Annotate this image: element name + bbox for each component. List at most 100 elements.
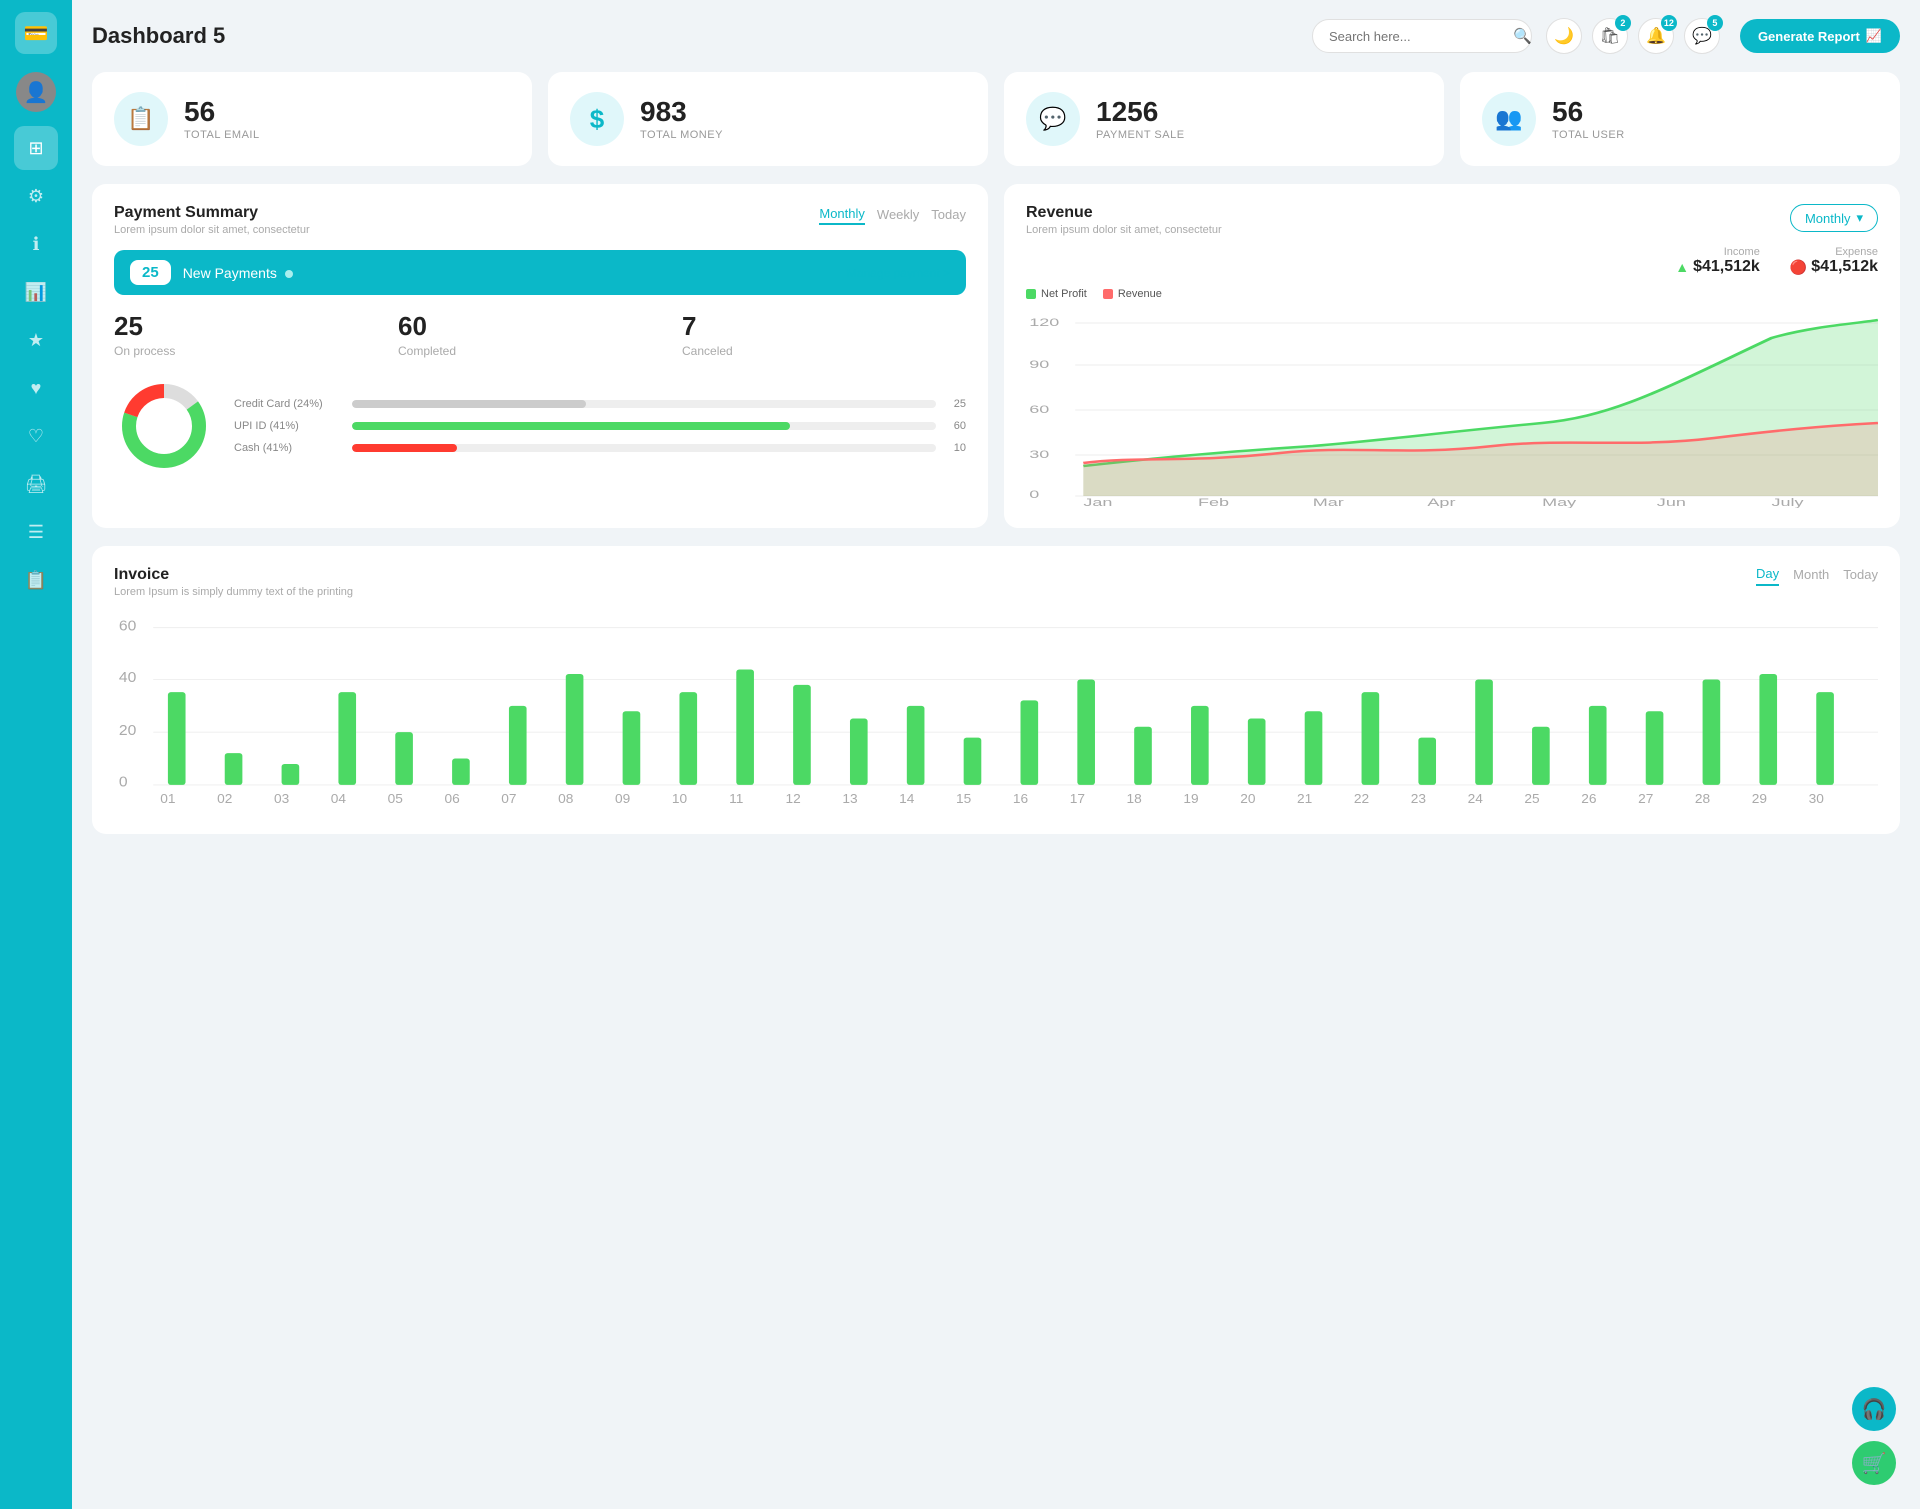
- info-icon: ℹ: [33, 234, 40, 255]
- expense-item: Expense 🔴 $41,512k: [1790, 246, 1878, 276]
- svg-text:09: 09: [615, 792, 630, 806]
- logo-icon: 💳: [24, 21, 49, 46]
- svg-text:25: 25: [1524, 792, 1539, 806]
- upi-label: UPI ID (41%): [234, 420, 344, 432]
- svg-text:14: 14: [899, 792, 914, 806]
- sidebar-item-list[interactable]: 📋: [14, 558, 58, 602]
- cart-button[interactable]: 🛍 2: [1592, 18, 1628, 54]
- dark-mode-toggle[interactable]: 🌙: [1546, 18, 1582, 54]
- payment-stats-row: 25 On process 60 Completed 7 Canceled: [114, 311, 966, 358]
- cash-val: 10: [944, 442, 966, 454]
- sidebar-item-print[interactable]: 🖨: [14, 462, 58, 506]
- cash-label: Cash (41%): [234, 442, 344, 454]
- svg-text:20: 20: [1240, 792, 1255, 806]
- notification-button[interactable]: 🔔 12: [1638, 18, 1674, 54]
- generate-report-button[interactable]: Generate Report 📈: [1740, 19, 1900, 53]
- heart-outline-icon: ♡: [28, 426, 44, 447]
- new-payments-label: New Payments: [183, 265, 835, 281]
- support-float-btn[interactable]: 🎧: [1852, 1387, 1896, 1431]
- completed-label: Completed: [398, 344, 682, 358]
- chart-icon: 📈: [1866, 28, 1882, 44]
- invoice-tabs: Day Month Today: [1756, 566, 1878, 586]
- middle-row: Payment Summary Lorem ipsum dolor sit am…: [92, 184, 1900, 528]
- payment-tabs: Monthly Weekly Today: [819, 204, 966, 225]
- search-icon[interactable]: 🔍: [1513, 27, 1532, 45]
- payment-summary-subtitle: Lorem ipsum dolor sit amet, consectetur: [114, 224, 310, 236]
- svg-text:03: 03: [274, 792, 289, 806]
- payment-icon-wrap: 💬: [1026, 92, 1080, 146]
- svg-text:30: 30: [1809, 792, 1824, 806]
- revenue-chart: 120 90 60 30 0 Jan Feb Mar Apr Ma: [1026, 308, 1878, 508]
- svg-text:05: 05: [388, 792, 403, 806]
- sidebar-item-star[interactable]: ★: [14, 318, 58, 362]
- expense-amount: 🔴 $41,512k: [1790, 258, 1878, 276]
- on-process-label: On process: [114, 344, 398, 358]
- sidebar-item-menu[interactable]: ☰: [14, 510, 58, 554]
- main-content: Dashboard 5 🔍 🌙 🛍 2 🔔 12 💬 5 Generate Re: [72, 0, 1920, 1509]
- stat-card-payment-sale: 💬 1256 PAYMENT SALE: [1004, 72, 1444, 166]
- revenue-title: Revenue: [1026, 204, 1222, 222]
- new-payments-num: 25: [130, 260, 171, 285]
- search-input[interactable]: [1329, 29, 1505, 44]
- stat-cards: 📋 56 TOTAL EMAIL $ 983 TOTAL MONEY 💬 125…: [92, 72, 1900, 166]
- cart-float-icon: 🛒: [1862, 1451, 1887, 1476]
- tab-day[interactable]: Day: [1756, 566, 1779, 586]
- sidebar-item-dashboard[interactable]: ⊞: [14, 126, 58, 170]
- sidebar-logo[interactable]: 💳: [15, 12, 57, 54]
- cash-bar-bg: [352, 444, 936, 452]
- progress-upi: UPI ID (41%) 60: [234, 420, 966, 432]
- avatar[interactable]: 👤: [16, 72, 56, 112]
- print-icon: 🖨: [25, 474, 48, 495]
- tab-monthly[interactable]: Monthly: [819, 204, 865, 225]
- sidebar-item-heart1[interactable]: ♥: [14, 366, 58, 410]
- new-payments-dot: [285, 270, 293, 278]
- payment-summary-card: Payment Summary Lorem ipsum dolor sit am…: [92, 184, 988, 528]
- svg-text:15: 15: [956, 792, 971, 806]
- payment-icon: 💬: [1039, 106, 1066, 132]
- cash-bar-fill: [352, 444, 457, 452]
- cart-float-btn[interactable]: 🛒: [1852, 1441, 1896, 1485]
- tab-month[interactable]: Month: [1793, 567, 1829, 585]
- total-user-label: TOTAL USER: [1552, 129, 1625, 141]
- search-bar: 🔍: [1312, 19, 1532, 53]
- svg-text:11: 11: [729, 792, 743, 806]
- svg-text:08: 08: [558, 792, 573, 806]
- legend-revenue: Revenue: [1103, 288, 1162, 300]
- svg-text:24: 24: [1468, 792, 1483, 806]
- chat-button[interactable]: 💬 5: [1684, 18, 1720, 54]
- tab-today[interactable]: Today: [1843, 567, 1878, 585]
- stat-card-total-money: $ 983 TOTAL MONEY: [548, 72, 988, 166]
- svg-text:17: 17: [1070, 792, 1085, 806]
- sidebar-item-analytics[interactable]: 📊: [14, 270, 58, 314]
- total-money-number: 983: [640, 97, 723, 128]
- avatar-icon: 👤: [24, 80, 49, 105]
- income-amount: ▲ $41,512k: [1675, 258, 1760, 276]
- sidebar: 💳 👤 ⊞ ⚙ ℹ 📊 ★ ♥ ♡ 🖨 ☰ 📋: [0, 0, 72, 1509]
- list-icon: 📋: [25, 570, 47, 591]
- menu-icon: ☰: [28, 522, 44, 543]
- completed-num: 60: [398, 311, 682, 342]
- sidebar-item-info[interactable]: ℹ: [14, 222, 58, 266]
- sidebar-item-settings[interactable]: ⚙: [14, 174, 58, 218]
- svg-text:60: 60: [1029, 403, 1049, 416]
- progress-cash: Cash (41%) 10: [234, 442, 966, 454]
- svg-text:Apr: Apr: [1427, 496, 1455, 508]
- svg-text:02: 02: [217, 792, 232, 806]
- tab-weekly[interactable]: Weekly: [877, 205, 919, 224]
- sidebar-item-heart2[interactable]: ♡: [14, 414, 58, 458]
- svg-text:23: 23: [1411, 792, 1426, 806]
- svg-text:12: 12: [786, 792, 801, 806]
- tab-today[interactable]: Today: [931, 205, 966, 224]
- credit-card-bar-bg: [352, 400, 936, 408]
- invoice-title: Invoice: [114, 566, 353, 584]
- total-money-label: TOTAL MONEY: [640, 129, 723, 141]
- chevron-down-icon: ▾: [1856, 210, 1863, 226]
- svg-text:06: 06: [444, 792, 459, 806]
- upi-bar-fill: [352, 422, 790, 430]
- float-buttons: 🎧 🛒: [1852, 1387, 1896, 1485]
- revenue-monthly-dropdown[interactable]: Monthly ▾: [1790, 204, 1878, 232]
- manage-payment-link[interactable]: Manage payment >: [847, 266, 950, 280]
- invoice-bar-chart: 60 40 20 0: [114, 614, 1878, 814]
- svg-text:Feb: Feb: [1198, 496, 1229, 508]
- total-email-number: 56: [184, 97, 260, 128]
